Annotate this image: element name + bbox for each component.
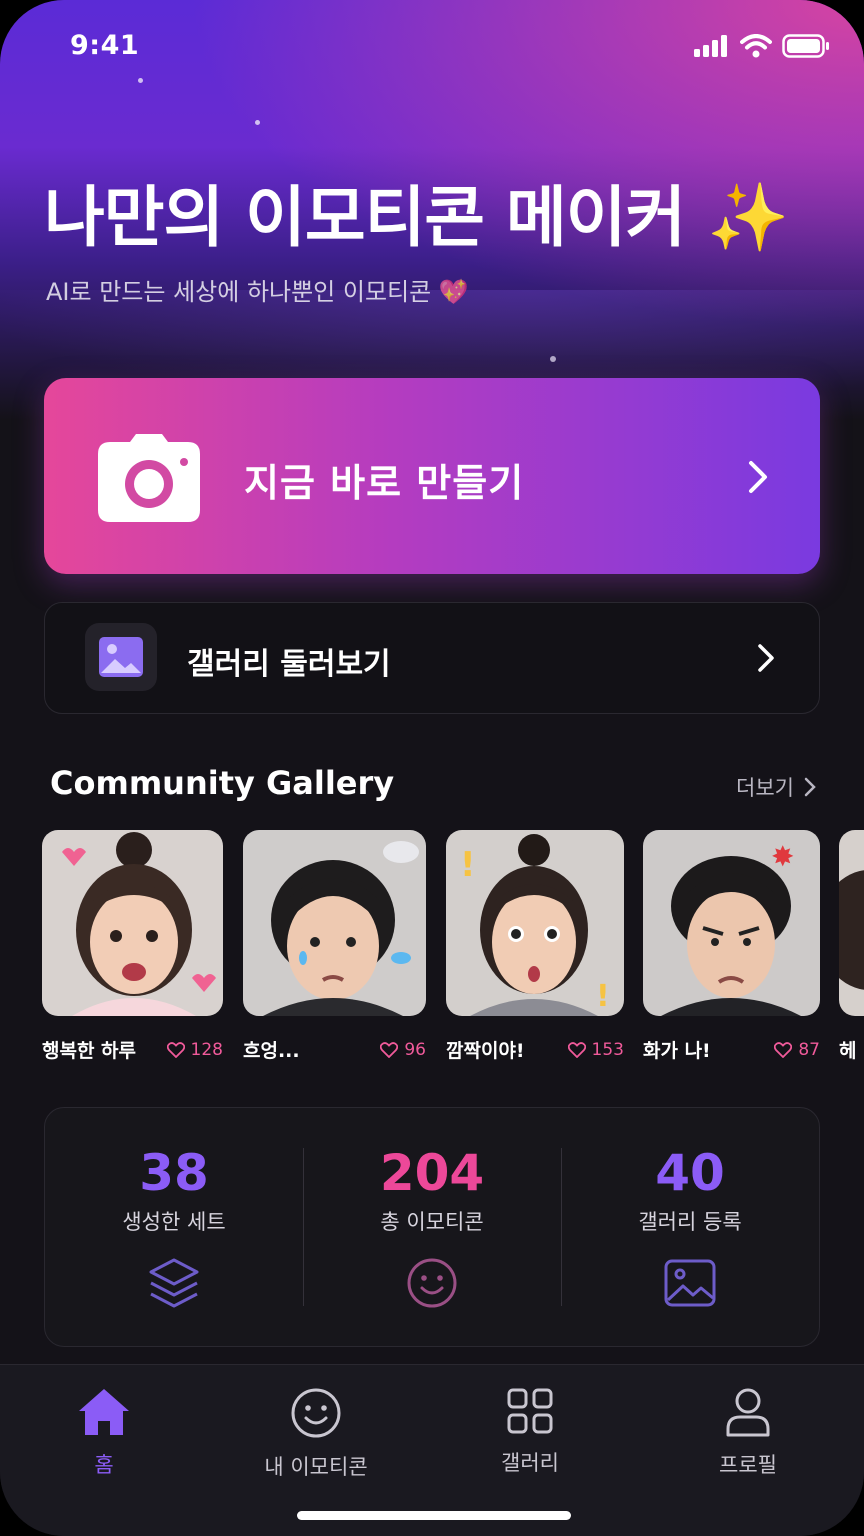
tab-home[interactable]: 홈	[4, 1387, 204, 1479]
svg-text:✸: ✸	[771, 840, 794, 873]
battery-icon	[782, 34, 829, 58]
page-subtitle: AI로 만드는 세상에 하나뿐인 이모티콘 💖	[46, 278, 469, 306]
star-dot	[138, 78, 143, 83]
page-title: 나만의 이모티콘 메이커 ✨	[44, 164, 789, 260]
stat-value: 38	[139, 1144, 209, 1202]
chevron-right-icon	[804, 777, 816, 797]
like-count-value: 96	[404, 1039, 426, 1060]
stat-sets: 38 생성한 세트	[45, 1108, 303, 1346]
home-indicator[interactable]	[297, 1511, 571, 1520]
see-more-label: 더보기	[736, 776, 794, 800]
star-dot	[255, 120, 260, 125]
like-count-value: 128	[190, 1039, 223, 1060]
like-count[interactable]: 96	[380, 1040, 426, 1060]
app-screen: 9:41 나만의 이모티콘 메이커 ✨ AI로 만드는 세상에 하나뿐인 이모티…	[0, 0, 864, 1536]
svg-text:!: !	[596, 979, 610, 1014]
status-icons	[694, 34, 830, 58]
heart-icon	[380, 1041, 399, 1058]
heart-icon	[166, 1041, 185, 1058]
like-count[interactable]: 153	[567, 1039, 624, 1060]
tab-profile[interactable]: 프로필	[648, 1387, 848, 1479]
smile-icon	[407, 1258, 457, 1308]
card-meta: 행복한 하루 128	[42, 1036, 223, 1063]
tab-label: 프로필	[719, 1453, 777, 1477]
layers-icon	[149, 1258, 199, 1308]
gallery-card[interactable]: 흐엉... 96	[243, 830, 426, 1063]
stats-panel: 38 생성한 세트 204 총 이모티콘 40 갤러리 등록	[44, 1107, 820, 1347]
stat-value: 204	[379, 1144, 485, 1202]
camera-icon	[98, 434, 200, 522]
emoticon-thumbnail: ✸	[643, 830, 820, 1016]
like-count[interactable]: 87	[774, 1040, 820, 1060]
star-dot	[550, 356, 556, 362]
stat-label: 총 이모티콘	[380, 1210, 484, 1234]
chevron-right-icon	[758, 644, 774, 672]
tab-label: 내 이모티콘	[264, 1455, 368, 1479]
stat-label: 갤러리 등록	[638, 1210, 742, 1234]
image-icon	[664, 1259, 716, 1307]
status-time: 9:41	[70, 30, 140, 61]
image-icon	[99, 637, 143, 677]
stat-emoticons: 204 총 이모티콘	[303, 1108, 561, 1346]
emoticon-thumbnail	[42, 830, 223, 1016]
gallery-card[interactable]: ✸ 화가 나! 87	[643, 830, 820, 1063]
stat-value: 40	[655, 1144, 725, 1202]
stat-gallery: 40 갤러리 등록	[561, 1108, 819, 1346]
tab-my-emoticons[interactable]: 내 이모티콘	[216, 1387, 416, 1481]
card-title: 행복한 하루	[42, 1040, 137, 1062]
tab-label: 갤러리	[501, 1451, 559, 1475]
signal-icon	[694, 35, 727, 57]
card-meta: 화가 나! 87	[643, 1036, 820, 1063]
card-title: 화가 나!	[643, 1040, 711, 1062]
gallery-card[interactable]: 행복한 하루 128	[42, 830, 223, 1063]
card-title: 흐엉...	[243, 1040, 300, 1062]
browse-gallery-button[interactable]: 갤러리 둘러보기	[44, 602, 820, 714]
card-meta: 깜짝이야! 153	[446, 1036, 624, 1063]
browse-gallery-label: 갤러리 둘러보기	[187, 647, 391, 682]
gallery-card[interactable]: ! ! 깜짝이야! 153	[446, 830, 624, 1063]
card-title: 헤	[839, 1040, 857, 1062]
like-count[interactable]: 128	[166, 1039, 223, 1060]
chevron-right-icon	[749, 461, 767, 493]
like-count-value: 153	[591, 1039, 624, 1060]
emoticon-thumbnail	[839, 830, 864, 1016]
smile-icon	[291, 1388, 341, 1438]
see-more-link[interactable]: 더보기	[736, 772, 816, 802]
card-title: 깜짝이야!	[446, 1040, 525, 1062]
tab-gallery[interactable]: 갤러리	[430, 1387, 630, 1477]
user-icon	[726, 1388, 770, 1437]
home-icon	[79, 1389, 129, 1435]
gallery-icon-box	[85, 623, 157, 691]
heart-icon	[567, 1041, 586, 1058]
community-gallery-title: Community Gallery	[50, 764, 395, 802]
stat-label: 생성한 세트	[122, 1210, 226, 1234]
wifi-icon	[740, 34, 772, 58]
svg-text:!: !	[460, 845, 476, 885]
emoticon-thumbnail	[243, 830, 426, 1016]
tab-label: 홈	[94, 1453, 114, 1477]
heart-icon	[774, 1041, 793, 1058]
like-count-value: 87	[798, 1039, 820, 1060]
gallery-card[interactable]: 헤	[839, 830, 864, 1063]
page-title-text: 나만의 이모티콘 메이커	[44, 179, 686, 256]
grid-icon	[507, 1388, 553, 1434]
create-now-button[interactable]: 지금 바로 만들기	[44, 378, 820, 574]
create-now-label: 지금 바로 만들기	[244, 461, 525, 505]
emoticon-thumbnail: ! !	[446, 830, 624, 1016]
card-meta: 흐엉... 96	[243, 1036, 426, 1063]
card-meta: 헤	[839, 1036, 864, 1063]
sparkles-icon: ✨	[707, 179, 789, 256]
